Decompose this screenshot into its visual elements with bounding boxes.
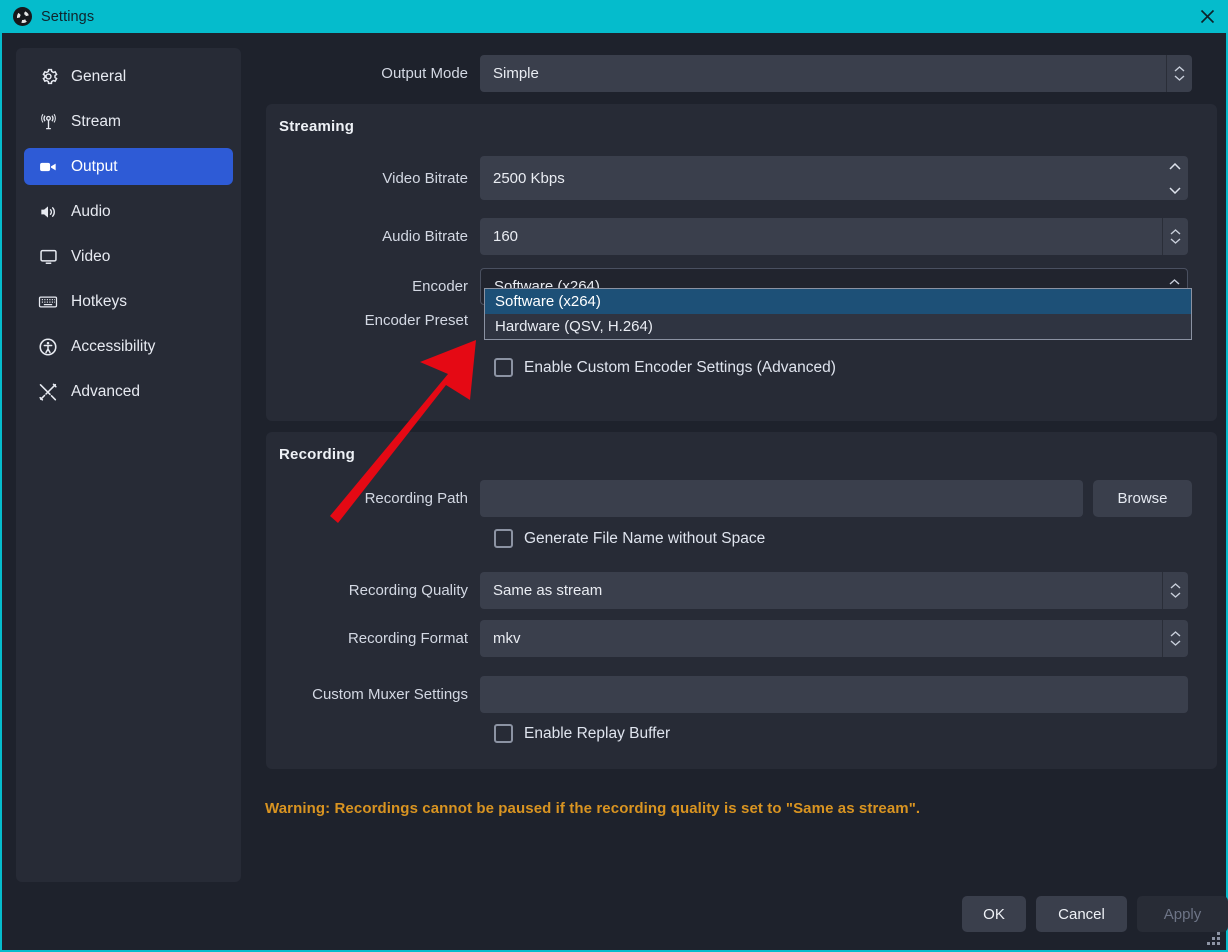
sidebar-item-general[interactable]: General xyxy=(24,58,233,95)
sidebar-item-hotkeys[interactable]: Hotkeys xyxy=(24,283,233,320)
encoder-option-label: Software (x264) xyxy=(495,293,601,310)
recording-format-spinner[interactable] xyxy=(1162,620,1188,657)
output-mode-row: Output Mode Simple xyxy=(253,55,1211,92)
sidebar-item-advanced[interactable]: Advanced xyxy=(24,373,233,410)
sidebar-item-stream[interactable]: Stream xyxy=(24,103,233,140)
sidebar-item-label: Hotkeys xyxy=(71,292,127,310)
output-mode-label: Output Mode xyxy=(381,65,468,82)
recording-format-row: Recording Format mkv xyxy=(266,620,1188,657)
video-bitrate-row: Video Bitrate 2500 Kbps xyxy=(266,156,1188,200)
no-space-checkbox[interactable] xyxy=(494,529,513,548)
encoder-label: Encoder xyxy=(412,278,468,295)
audio-bitrate-label: Audio Bitrate xyxy=(382,228,468,245)
settings-window: Settings General Stream Output Audio Vid… xyxy=(0,0,1228,952)
audio-bitrate-input[interactable]: 160 xyxy=(480,218,1188,255)
custom-encoder-label: Enable Custom Encoder Settings (Advanced… xyxy=(524,358,836,376)
sidebar: General Stream Output Audio Video Hotkey… xyxy=(16,48,241,882)
video-bitrate-label: Video Bitrate xyxy=(382,169,468,187)
encoder-preset-row: Encoder Preset xyxy=(266,312,480,329)
sidebar-item-label: Advanced xyxy=(71,382,140,400)
custom-muxer-label: Custom Muxer Settings xyxy=(312,686,468,703)
recording-format-value: mkv xyxy=(493,630,521,647)
sidebar-item-label: Output xyxy=(71,157,118,175)
recording-group-title: Recording xyxy=(279,446,355,463)
recording-quality-value: Same as stream xyxy=(493,582,603,599)
recording-path-label: Recording Path xyxy=(364,490,468,507)
encoder-option-label: Hardware (QSV, H.264) xyxy=(495,318,653,335)
sidebar-item-accessibility[interactable]: Accessibility xyxy=(24,328,233,365)
video-bitrate-spinner[interactable] xyxy=(1162,156,1188,200)
sidebar-item-label: Accessibility xyxy=(71,337,156,355)
custom-muxer-row: Custom Muxer Settings xyxy=(266,676,1188,713)
recording-path-input[interactable] xyxy=(480,480,1083,517)
browse-button-label: Browse xyxy=(1117,490,1168,507)
keyboard-icon xyxy=(37,291,59,313)
audio-bitrate-spinner[interactable] xyxy=(1162,218,1188,255)
dialog-button-bar: OK Cancel Apply xyxy=(962,896,1228,932)
title-bar: Settings xyxy=(2,0,1228,33)
no-space-checkbox-row[interactable]: Generate File Name without Space xyxy=(494,529,765,548)
sidebar-item-output[interactable]: Output xyxy=(24,148,233,185)
sidebar-item-video[interactable]: Video xyxy=(24,238,233,275)
tools-icon xyxy=(37,381,59,403)
video-bitrate-value: 2500 Kbps xyxy=(493,169,565,187)
close-icon[interactable] xyxy=(1184,0,1228,33)
custom-encoder-checkbox[interactable] xyxy=(494,358,513,377)
sidebar-item-label: Video xyxy=(71,247,111,265)
ok-button-label: OK xyxy=(983,905,1005,923)
apply-button-label: Apply xyxy=(1163,905,1202,923)
replay-buffer-checkbox[interactable] xyxy=(494,724,513,743)
audio-bitrate-row: Audio Bitrate 160 xyxy=(266,218,1188,255)
resize-grip[interactable] xyxy=(1207,932,1220,945)
monitor-icon xyxy=(37,246,59,268)
recording-quality-label: Recording Quality xyxy=(348,582,468,599)
streaming-group: Streaming Video Bitrate 2500 Kbps Audio … xyxy=(266,104,1217,421)
recording-quality-select[interactable]: Same as stream xyxy=(480,572,1188,609)
video-bitrate-input[interactable]: 2500 Kbps xyxy=(480,156,1188,200)
recording-quality-row: Recording Quality Same as stream xyxy=(266,572,1188,609)
recording-format-label: Recording Format xyxy=(347,630,468,647)
audio-bitrate-value: 160 xyxy=(493,228,519,245)
window-title: Settings xyxy=(41,8,95,25)
encoder-preset-label: Encoder Preset xyxy=(364,312,468,329)
cancel-button[interactable]: Cancel xyxy=(1036,896,1127,932)
replay-buffer-label: Enable Replay Buffer xyxy=(524,724,671,742)
output-mode-select[interactable]: Simple xyxy=(480,55,1192,92)
obs-logo-icon xyxy=(13,7,32,26)
recording-group: Recording Recording Path Browse Generate… xyxy=(266,432,1217,769)
video-camera-icon xyxy=(37,156,59,178)
gear-icon xyxy=(37,66,59,88)
sidebar-item-label: Stream xyxy=(71,112,121,130)
sidebar-item-label: Audio xyxy=(71,202,111,220)
recording-quality-spinner[interactable] xyxy=(1162,572,1188,609)
sidebar-item-audio[interactable]: Audio xyxy=(24,193,233,230)
encoder-dropdown-list[interactable]: Software (x264) Hardware (QSV, H.264) xyxy=(484,288,1192,340)
recording-path-row: Recording Path Browse xyxy=(266,480,1192,517)
apply-button: Apply xyxy=(1137,896,1228,932)
replay-buffer-checkbox-row[interactable]: Enable Replay Buffer xyxy=(494,724,670,743)
accessibility-icon xyxy=(37,336,59,358)
custom-encoder-checkbox-row[interactable]: Enable Custom Encoder Settings (Advanced… xyxy=(494,358,836,377)
recording-format-select[interactable]: mkv xyxy=(480,620,1188,657)
custom-muxer-input[interactable] xyxy=(480,676,1188,713)
encoder-option-software[interactable]: Software (x264) xyxy=(485,289,1191,314)
no-space-label: Generate File Name without Space xyxy=(524,529,766,547)
ok-button[interactable]: OK xyxy=(962,896,1026,932)
speaker-icon xyxy=(37,201,59,223)
browse-button[interactable]: Browse xyxy=(1093,480,1192,517)
broadcast-icon xyxy=(37,111,59,133)
output-mode-value: Simple xyxy=(493,65,539,82)
output-mode-spinner[interactable] xyxy=(1166,55,1192,92)
warning-text: Warning: Recordings cannot be paused if … xyxy=(265,800,921,817)
cancel-button-label: Cancel xyxy=(1058,905,1105,923)
encoder-option-hardware[interactable]: Hardware (QSV, H.264) xyxy=(485,314,1191,339)
streaming-group-title: Streaming xyxy=(279,118,355,135)
sidebar-item-label: General xyxy=(71,67,127,85)
